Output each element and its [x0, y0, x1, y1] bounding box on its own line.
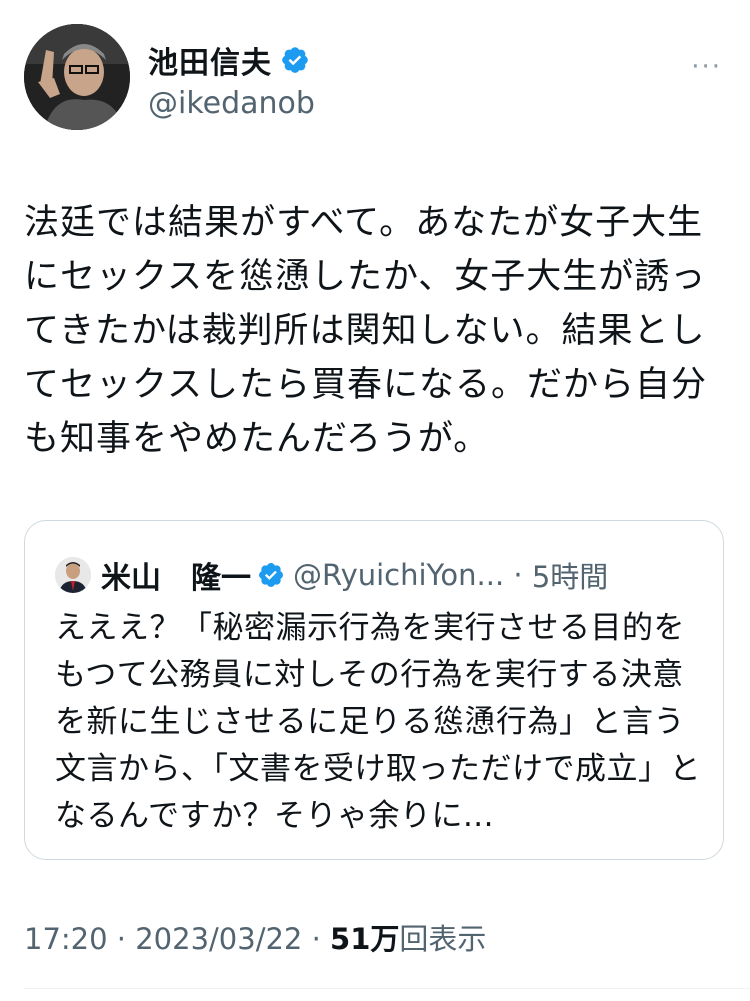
views-count: 51万: [330, 922, 400, 956]
quoted-author-avatar[interactable]: [55, 557, 91, 593]
meta-separator: ·: [311, 922, 331, 956]
verified-badge-icon: [282, 47, 308, 73]
quoted-tweet[interactable]: 米山 隆一 @RyuichiYon... · 5時間 えええ？「秘密漏示行為を実…: [24, 520, 724, 860]
tweet-header: 池田信夫 @ikedanob ···: [24, 24, 726, 134]
tweet-meta: 17:20 · 2023/03/22 · 51万回表示: [24, 916, 486, 958]
tweet-text: 法廷では結果がすべて。あなたが女子大生にセックスを慫慂したか、女子大生が誘ってき…: [24, 203, 707, 459]
divider: [24, 988, 750, 989]
author-name[interactable]: 池田信夫: [148, 38, 272, 82]
meta-separator: ·: [116, 922, 136, 956]
author-handle[interactable]: @ikedanob: [148, 86, 315, 121]
tweet-date[interactable]: 2023/03/22: [135, 922, 302, 956]
more-options-icon[interactable]: ···: [691, 52, 722, 82]
quoted-author-handle[interactable]: @RyuichiYon...: [293, 558, 504, 592]
views-label: 回表示: [399, 922, 487, 956]
tweet-time[interactable]: 17:20: [24, 922, 108, 956]
quoted-tweet-text: えええ？「秘密漏示行為を実行させる目的をもつて公務員に対しその行為を実行する決意…: [55, 610, 701, 834]
quoted-timestamp[interactable]: 5時間: [532, 554, 608, 596]
quoted-separator: ·: [504, 558, 532, 592]
author-avatar[interactable]: [24, 24, 130, 130]
verified-badge-icon: [259, 563, 283, 587]
quoted-author-name[interactable]: 米山 隆一: [101, 553, 251, 597]
